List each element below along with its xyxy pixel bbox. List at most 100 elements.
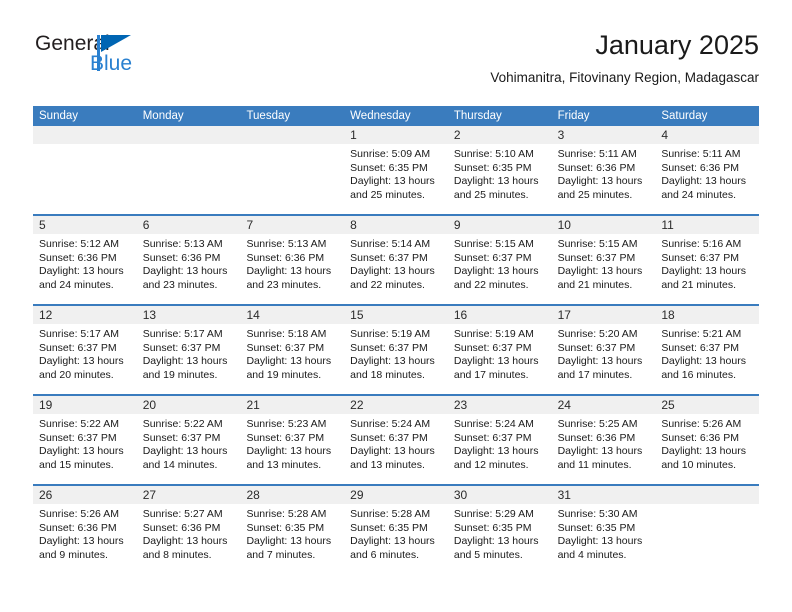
calendar-day-cell[interactable]: 21 Sunrise: 5:23 AM Sunset: 6:37 PM Dayligh… (240, 396, 345, 484)
day-sun-info: Sunrise: 5:26 AM Sunset: 6:36 PM Daylight:… (655, 414, 759, 472)
day-sun-info: Sunrise: 5:17 AM Sunset: 6:37 PM Daylight:… (33, 324, 137, 382)
calendar-day-cell[interactable]: 16 Sunrise: 5:19 AM Sunset: 6:37 PM Dayligh… (447, 306, 552, 394)
day-info-line: and 9 minutes. (39, 548, 108, 561)
day-sun-info: Sunrise: 5:26 AM Sunset: 6:36 PM Daylight:… (33, 504, 137, 562)
day-info-line: Sunset: 6:35 PM (453, 521, 532, 534)
day-info-line: Sunset: 6:35 PM (350, 521, 428, 534)
day-number: 14 (240, 306, 345, 324)
day-info-line: and 21 minutes. (661, 278, 737, 291)
calendar-day-cell[interactable]: 8 Sunrise: 5:14 AM Sunset: 6:37 PM Daylight… (344, 216, 448, 304)
calendar-day-cell[interactable]: 9 Sunrise: 5:15 AM Sunset: 6:37 PM Daylight… (447, 216, 552, 304)
general-blue-logo[interactable]: General Blue (35, 32, 215, 88)
calendar-grid: Sunday Monday Tuesday Wednesday Thursday Frid… (33, 106, 760, 574)
calendar-day-cell[interactable]: 11 Sunrise: 5:16 AM Sunset: 6:37 PM Dayligh… (655, 216, 760, 304)
day-info-line: Daylight: 13 hours (453, 265, 539, 278)
day-info-line: Sunset: 6:37 PM (661, 341, 739, 354)
day-info-line: Sunrise: 5:15 AM (453, 238, 534, 250)
calendar-day-cell[interactable]: 17 Sunrise: 5:20 AM Sunset: 6:37 PM Dayligh… (551, 306, 656, 394)
day-info-line: Sunset: 6:37 PM (350, 251, 428, 264)
day-info-line: and 17 minutes. (453, 368, 529, 381)
calendar-day-cell[interactable]: 10 Sunrise: 5:15 AM Sunset: 6:37 PM Dayligh… (551, 216, 656, 304)
day-sun-info: Sunrise: 5:24 AM Sunset: 6:37 PM Daylight:… (344, 414, 448, 472)
page-title: January 2025 (595, 30, 759, 60)
day-info-line: and 5 minutes. (453, 548, 523, 561)
calendar-day-cell-empty (33, 126, 137, 214)
day-info-line: and 4 minutes. (557, 548, 627, 561)
day-info-line: Sunrise: 5:22 AM (142, 418, 223, 430)
day-info-line: Daylight: 13 hours (453, 175, 539, 188)
day-sun-info: Sunrise: 5:21 AM Sunset: 6:37 PM Daylight:… (655, 324, 759, 382)
day-info-line: and 20 minutes. (39, 368, 114, 381)
day-info-line: Sunrise: 5:18 AM (246, 328, 327, 340)
logo-text-blue: Blue (90, 52, 133, 75)
day-info-line: and 19 minutes. (246, 368, 322, 381)
day-info-line: Sunset: 6:37 PM (350, 431, 428, 444)
day-number (655, 486, 760, 504)
day-info-line: Sunrise: 5:11 AM (661, 148, 741, 160)
day-number: 20 (136, 396, 241, 414)
day-info-line: Sunset: 6:37 PM (557, 251, 636, 264)
day-number: 31 (551, 486, 656, 504)
day-info-line: Sunrise: 5:12 AM (39, 238, 119, 250)
day-sun-info: Sunrise: 5:11 AM Sunset: 6:36 PM Daylight:… (655, 144, 759, 202)
calendar-day-cell[interactable]: 24 Sunrise: 5:25 AM Sunset: 6:36 PM Dayligh… (551, 396, 656, 484)
calendar-day-cell[interactable]: 29 Sunrise: 5:28 AM Sunset: 6:35 PM Dayligh… (344, 486, 448, 574)
day-info-line: and 25 minutes. (350, 188, 425, 201)
page-subtitle: Vohimanitra, Fitovinany Region, Madagasc… (490, 70, 759, 85)
calendar-day-cell[interactable]: 5 Sunrise: 5:12 AM Sunset: 6:36 PM Daylight… (33, 216, 137, 304)
day-number: 6 (136, 216, 241, 234)
day-sun-info: Sunrise: 5:23 AM Sunset: 6:37 PM Daylight:… (240, 414, 344, 472)
calendar-day-cell[interactable]: 19 Sunrise: 5:22 AM Sunset: 6:37 PM Dayligh… (33, 396, 137, 484)
day-info-line: Daylight: 13 hours (39, 445, 124, 458)
calendar-day-cell[interactable]: 30 Sunrise: 5:29 AM Sunset: 6:35 PM Dayligh… (447, 486, 552, 574)
day-info-line: Daylight: 13 hours (142, 265, 228, 278)
calendar-day-cell[interactable]: 18 Sunrise: 5:21 AM Sunset: 6:37 PM Dayligh… (655, 306, 760, 394)
calendar-day-cell[interactable]: 13 Sunrise: 5:17 AM Sunset: 6:37 PM Dayligh… (136, 306, 241, 394)
calendar-day-cell[interactable]: 23 Sunrise: 5:24 AM Sunset: 6:37 PM Dayligh… (447, 396, 552, 484)
calendar-day-cell[interactable]: 4 Sunrise: 5:11 AM Sunset: 6:36 PM Daylight… (655, 126, 760, 214)
day-info-line: and 16 minutes. (661, 368, 737, 381)
day-number (33, 126, 137, 144)
calendar-day-cell[interactable]: 27 Sunrise: 5:27 AM Sunset: 6:36 PM Dayligh… (136, 486, 241, 574)
day-info-line: and 18 minutes. (350, 368, 425, 381)
calendar-day-cell[interactable]: 25 Sunrise: 5:26 AM Sunset: 6:36 PM Dayligh… (655, 396, 760, 484)
day-number: 8 (344, 216, 448, 234)
calendar-day-cell[interactable]: 28 Sunrise: 5:28 AM Sunset: 6:35 PM Dayligh… (240, 486, 345, 574)
day-number (240, 126, 345, 144)
day-info-line: Sunset: 6:37 PM (453, 251, 532, 264)
calendar-day-cell[interactable]: 20 Sunrise: 5:22 AM Sunset: 6:37 PM Dayligh… (136, 396, 241, 484)
day-number: 26 (33, 486, 137, 504)
calendar-day-cell[interactable]: 2 Sunrise: 5:10 AM Sunset: 6:35 PM Daylight… (447, 126, 552, 214)
weekday-header-tuesday: Tuesday (246, 110, 291, 122)
calendar-day-cell-empty (655, 486, 760, 574)
day-info-line: Daylight: 13 hours (661, 355, 746, 368)
calendar-day-cell[interactable]: 6 Sunrise: 5:13 AM Sunset: 6:36 PM Daylight… (136, 216, 241, 304)
day-number: 2 (447, 126, 552, 144)
day-number: 5 (33, 216, 137, 234)
day-info-line: Sunset: 6:35 PM (350, 161, 428, 174)
day-sun-info: Sunrise: 5:25 AM Sunset: 6:36 PM Daylight:… (552, 414, 656, 472)
title-block: January 2025 Vohimanitra, Fitovinany Reg… (490, 28, 759, 88)
calendar-week-row: 26 Sunrise: 5:26 AM Sunset: 6:36 PM Dayligh… (33, 484, 760, 574)
calendar-day-cell[interactable]: 22 Sunrise: 5:24 AM Sunset: 6:37 PM Dayligh… (344, 396, 448, 484)
calendar-day-cell[interactable]: 14 Sunrise: 5:18 AM Sunset: 6:37 PM Dayligh… (240, 306, 345, 394)
day-info-line: and 25 minutes. (557, 188, 633, 201)
calendar-day-cell[interactable]: 15 Sunrise: 5:19 AM Sunset: 6:37 PM Dayligh… (344, 306, 448, 394)
calendar-day-cell[interactable]: 12 Sunrise: 5:17 AM Sunset: 6:37 PM Dayligh… (33, 306, 137, 394)
calendar-day-cell[interactable]: 26 Sunrise: 5:26 AM Sunset: 6:36 PM Dayligh… (33, 486, 137, 574)
day-number: 12 (33, 306, 137, 324)
calendar-day-cell[interactable]: 3 Sunrise: 5:11 AM Sunset: 6:36 PM Daylight… (551, 126, 656, 214)
day-info-line: and 23 minutes. (142, 278, 218, 291)
day-info-line: Sunrise: 5:30 AM (557, 508, 638, 520)
calendar-day-cell[interactable]: 1 Sunrise: 5:09 AM Sunset: 6:35 PM Daylight… (344, 126, 448, 214)
calendar-weeks: 1 Sunrise: 5:09 AM Sunset: 6:35 PM Daylight… (33, 126, 760, 574)
day-sun-info: Sunrise: 5:13 AM Sunset: 6:36 PM Daylight:… (240, 234, 344, 292)
day-info-line: and 23 minutes. (246, 278, 322, 291)
calendar-day-cell[interactable]: 7 Sunrise: 5:13 AM Sunset: 6:36 PM Daylight… (240, 216, 345, 304)
day-info-line: Sunrise: 5:13 AM (246, 238, 327, 250)
day-sun-info: Sunrise: 5:22 AM Sunset: 6:37 PM Daylight:… (137, 414, 241, 472)
day-info-line: and 21 minutes. (557, 278, 633, 291)
calendar-day-cell[interactable]: 31 Sunrise: 5:30 AM Sunset: 6:35 PM Dayligh… (551, 486, 656, 574)
day-number: 17 (551, 306, 656, 324)
day-info-line: Daylight: 13 hours (453, 445, 539, 458)
